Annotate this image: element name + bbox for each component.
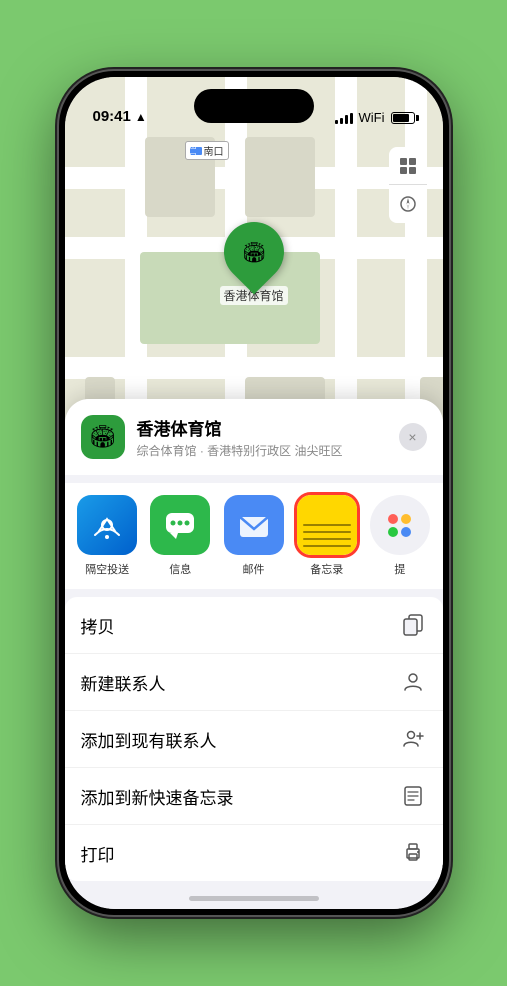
more-label: 提: [394, 561, 405, 577]
person-svg: [402, 671, 424, 693]
action-copy[interactable]: 拷贝: [65, 597, 443, 654]
dot-red: [388, 514, 398, 524]
notes-lines: [297, 495, 357, 555]
map-type-button[interactable]: [389, 147, 427, 185]
action-new-contact-label: 新建联系人: [81, 670, 166, 695]
location-info: 香港体育馆 综合体育馆 · 香港特别行政区 油尖旺区: [137, 415, 387, 459]
dot-yellow: [401, 514, 411, 524]
notes-icon: [297, 495, 357, 555]
copy-icon: [399, 611, 427, 639]
signal-bars: [335, 112, 353, 124]
action-quick-note-label: 添加到新快速备忘录: [81, 784, 234, 809]
share-app-airdrop[interactable]: 隔空投送: [73, 495, 142, 577]
compass-icon: [399, 195, 417, 213]
share-app-notes[interactable]: 备忘录: [292, 495, 361, 577]
note-icon: [399, 782, 427, 810]
pin-circle: 🏟: [211, 210, 296, 295]
share-apps-row: 隔空投送 信息: [65, 483, 443, 589]
map-controls: [389, 147, 427, 223]
dot-green: [388, 527, 398, 537]
print-svg: [402, 842, 424, 864]
signal-bar-4: [350, 113, 353, 124]
action-print[interactable]: 打印: [65, 825, 443, 881]
location-arrow-icon: ▲: [135, 110, 147, 124]
map-label: 出口 南口: [185, 141, 229, 160]
airdrop-icon: [77, 495, 137, 555]
notes-selected-outline: [297, 495, 357, 555]
person-icon: [399, 668, 427, 696]
bottom-sheet: 🏟 香港体育馆 综合体育馆 · 香港特别行政区 油尖旺区 ×: [65, 399, 443, 909]
notes-line: [303, 524, 351, 526]
mail-svg: [236, 507, 272, 543]
map-road: [65, 357, 443, 379]
action-add-contact-label: 添加到现有联系人: [81, 727, 217, 752]
battery-icon: [391, 112, 415, 124]
signal-bar-2: [340, 118, 343, 124]
action-quick-note[interactable]: 添加到新快速备忘录: [65, 768, 443, 825]
notes-label: 备忘录: [310, 561, 343, 577]
print-icon: [399, 839, 427, 867]
map-label-text: 南口: [204, 143, 224, 158]
location-venue-icon: 🏟: [81, 415, 125, 459]
more-colored-dots: [386, 512, 413, 539]
phone-frame: 09:41 ▲ WiFi: [59, 71, 449, 915]
messages-icon: [150, 495, 210, 555]
more-button[interactable]: [370, 495, 430, 555]
airdrop-label: 隔空投送: [85, 561, 129, 577]
location-subtitle: 综合体育馆 · 香港特别行政区 油尖旺区: [137, 442, 387, 459]
copy-svg: [402, 614, 424, 636]
map-type-icon: [398, 156, 418, 176]
notes-line: [303, 545, 351, 547]
airdrop-svg: [91, 509, 123, 541]
phone-screen: 09:41 ▲ WiFi: [65, 77, 443, 909]
share-app-mail[interactable]: 邮件: [219, 495, 288, 577]
person-add-svg: [402, 728, 424, 750]
notes-line: [303, 538, 351, 540]
home-indicator: [189, 896, 319, 901]
battery-fill: [393, 114, 409, 122]
share-app-more[interactable]: 提: [365, 495, 434, 577]
signal-bar-3: [345, 115, 348, 124]
location-pin: 🏟 香港体育馆: [219, 222, 287, 305]
pin-inner-icon: 🏟: [241, 240, 266, 265]
status-time: 09:41: [93, 108, 131, 125]
map-label-icon: 出口: [190, 147, 202, 155]
note-svg: [402, 785, 424, 807]
notes-line: [303, 531, 351, 533]
messages-label: 信息: [169, 561, 191, 577]
messages-svg: [162, 507, 198, 543]
action-copy-label: 拷贝: [81, 613, 115, 638]
person-add-icon: [399, 725, 427, 753]
action-list: 拷贝 新建联系人: [65, 597, 443, 881]
mail-icon: [224, 495, 284, 555]
status-icons: WiFi: [335, 110, 415, 125]
action-print-label: 打印: [81, 841, 115, 866]
action-new-contact[interactable]: 新建联系人: [65, 654, 443, 711]
wifi-icon: WiFi: [359, 110, 385, 125]
share-app-messages[interactable]: 信息: [146, 495, 215, 577]
action-add-contact[interactable]: 添加到现有联系人: [65, 711, 443, 768]
compass-button[interactable]: [389, 185, 427, 223]
location-name: 香港体育馆: [137, 415, 387, 440]
signal-bar-1: [335, 120, 338, 124]
map-block: [245, 137, 315, 217]
location-header: 🏟 香港体育馆 综合体育馆 · 香港特别行政区 油尖旺区 ×: [65, 399, 443, 475]
dynamic-island: [194, 89, 314, 123]
dot-blue: [401, 527, 411, 537]
close-button[interactable]: ×: [399, 423, 427, 451]
mail-label: 邮件: [243, 561, 265, 577]
